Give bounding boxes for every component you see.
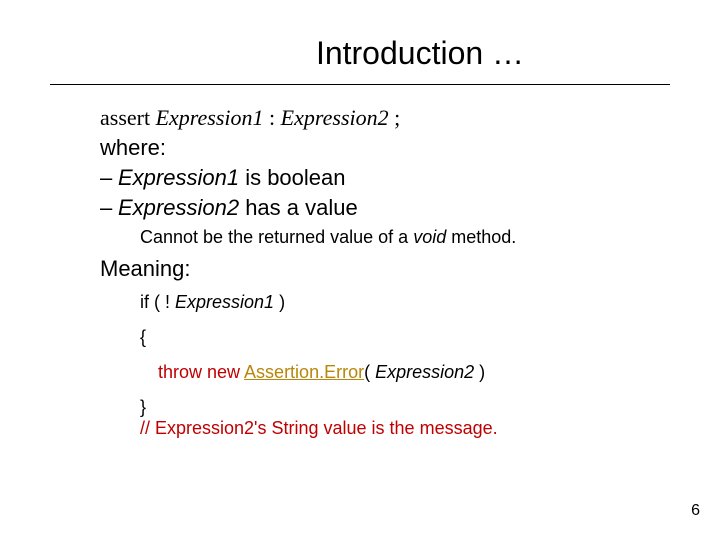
close-brace: } [140, 397, 670, 418]
bullet-2-rest: has a value [239, 195, 358, 220]
page-number: 6 [691, 502, 700, 520]
slide: Introduction … assert Expression1 : Expr… [0, 0, 720, 540]
dash-1: – [100, 165, 118, 191]
throw-link: Assertion.Error [244, 362, 364, 382]
slide-title: Introduction … [50, 35, 670, 72]
bullet-2: – Expression2 has a value [100, 195, 670, 221]
throw-mid: ( [364, 362, 375, 382]
sub-void: void [413, 227, 446, 247]
assert-end: ; [389, 105, 401, 130]
if-pre: if ( ! [140, 292, 175, 312]
dash-2: – [100, 195, 118, 221]
throw-expr: Expression2 [375, 362, 474, 382]
sub-pre: Cannot be the returned value of a [140, 227, 413, 247]
kw-assert: assert [100, 105, 150, 130]
title-rule [50, 84, 670, 85]
slide-content: assert Expression1 : Expression2 ; where… [50, 105, 670, 439]
expr2: Expression2 [281, 105, 389, 130]
if-post: ) [274, 292, 285, 312]
bullet-1-rest: is boolean [239, 165, 345, 190]
if-expr: Expression1 [175, 292, 274, 312]
assert-sep: : [264, 105, 281, 130]
sub-post: method. [446, 227, 516, 247]
where-label: where: [100, 135, 670, 161]
meaning-label: Meaning: [100, 256, 670, 282]
bullet-1: – Expression1 is boolean [100, 165, 670, 191]
expr1: Expression1 [156, 105, 264, 130]
bullet-2-expr: Expression2 [118, 195, 239, 220]
sub-note: Cannot be the returned value of a void m… [140, 227, 670, 248]
open-brace: { [140, 327, 670, 348]
bullet-1-expr: Expression1 [118, 165, 239, 190]
throw-post: ) [474, 362, 485, 382]
if-line: if ( ! Expression1 ) [140, 292, 670, 313]
comment-line: // Expression2's String value is the mes… [140, 418, 670, 439]
assert-syntax: assert Expression1 : Expression2 ; [100, 105, 670, 131]
throw-pre: throw new [158, 362, 244, 382]
throw-line: throw new Assertion.Error( Expression2 ) [158, 362, 670, 383]
